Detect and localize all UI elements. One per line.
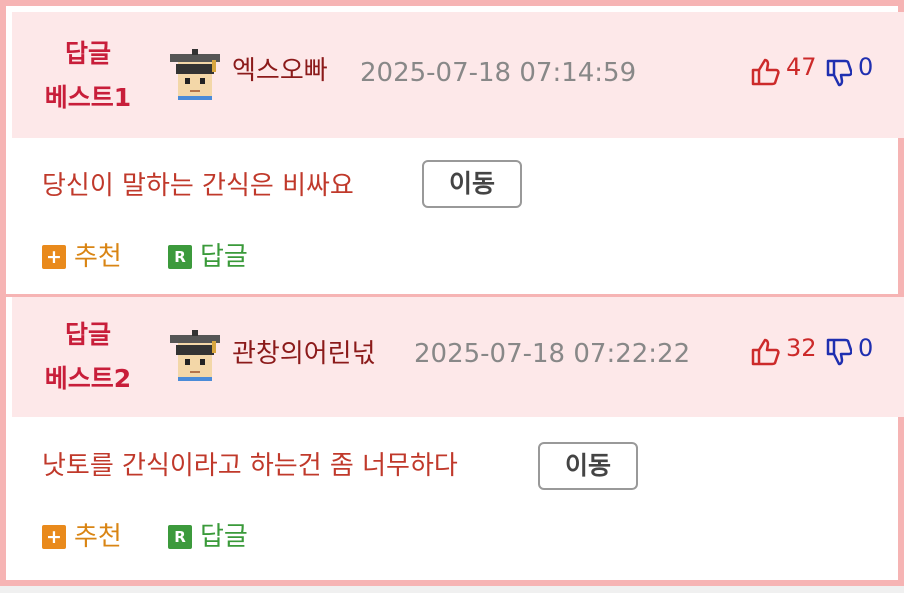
thumbs-down-icon[interactable]: [826, 337, 852, 367]
plus-icon: +: [42, 245, 66, 269]
rank-label-line2: 베스트1: [44, 83, 132, 112]
reply-header: 답글 베스트1 엑스오빠 2025-07-18 07:14:59 47 0: [12, 12, 904, 138]
rank-label-line1: 답글: [64, 39, 111, 68]
best-reply-entry: 답글 베스트1 엑스오빠 2025-07-18 07:14:59 47 0 당신…: [12, 12, 904, 296]
graduate-avatar-icon[interactable]: [168, 327, 222, 381]
thumbs-up-icon[interactable]: [750, 337, 780, 367]
post-timestamp: 2025-07-18 07:14:59: [360, 58, 637, 88]
downvote-count: 0: [858, 53, 874, 81]
thumbs-up-icon[interactable]: [750, 57, 780, 87]
r-icon: R: [168, 245, 192, 269]
plus-icon: +: [42, 525, 66, 549]
reply-label: 답글: [200, 522, 248, 552]
reply-label: 답글: [200, 242, 248, 272]
graduate-avatar-icon[interactable]: [168, 46, 222, 100]
best-replies-panel: 답글 베스트1 엑스오빠 2025-07-18 07:14:59 47 0 당신…: [0, 0, 904, 586]
best-reply-entry: 답글 베스트2 관창의어린넋 2025-07-18 07:22:22 32 0 …: [12, 297, 904, 580]
post-timestamp: 2025-07-18 07:22:22: [414, 339, 691, 369]
reply-button[interactable]: R 답글: [168, 240, 248, 274]
recommend-label: 추천: [74, 242, 122, 272]
best-rank-label: 답글 베스트1: [32, 32, 144, 120]
reply-comment-text: 당신이 말하는 간식은 비싸요: [42, 171, 354, 201]
recommend-label: 추천: [74, 522, 122, 552]
bottom-strip: [0, 586, 904, 593]
reply-header: 답글 베스트2 관창의어린넋 2025-07-18 07:22:22 32 0: [12, 297, 904, 417]
username[interactable]: 엑스오빠: [232, 56, 328, 86]
move-button[interactable]: 이동: [422, 160, 522, 208]
rank-label-line1: 답글: [64, 320, 111, 349]
best-rank-label: 답글 베스트2: [32, 313, 144, 401]
r-icon: R: [168, 525, 192, 549]
thumbs-down-icon[interactable]: [826, 58, 852, 88]
upvote-count: 32: [786, 334, 817, 362]
username[interactable]: 관창의어린넋: [232, 339, 376, 369]
downvote-count: 0: [858, 334, 874, 362]
upvote-count: 47: [786, 53, 817, 81]
reply-comment-text: 낫토를 간식이라고 하는건 좀 너무하다: [42, 451, 458, 481]
move-button[interactable]: 이동: [538, 442, 638, 490]
rank-label-line2: 베스트2: [44, 364, 132, 393]
reply-button[interactable]: R 답글: [168, 520, 248, 554]
recommend-button[interactable]: + 추천: [42, 520, 122, 554]
recommend-button[interactable]: + 추천: [42, 240, 122, 274]
